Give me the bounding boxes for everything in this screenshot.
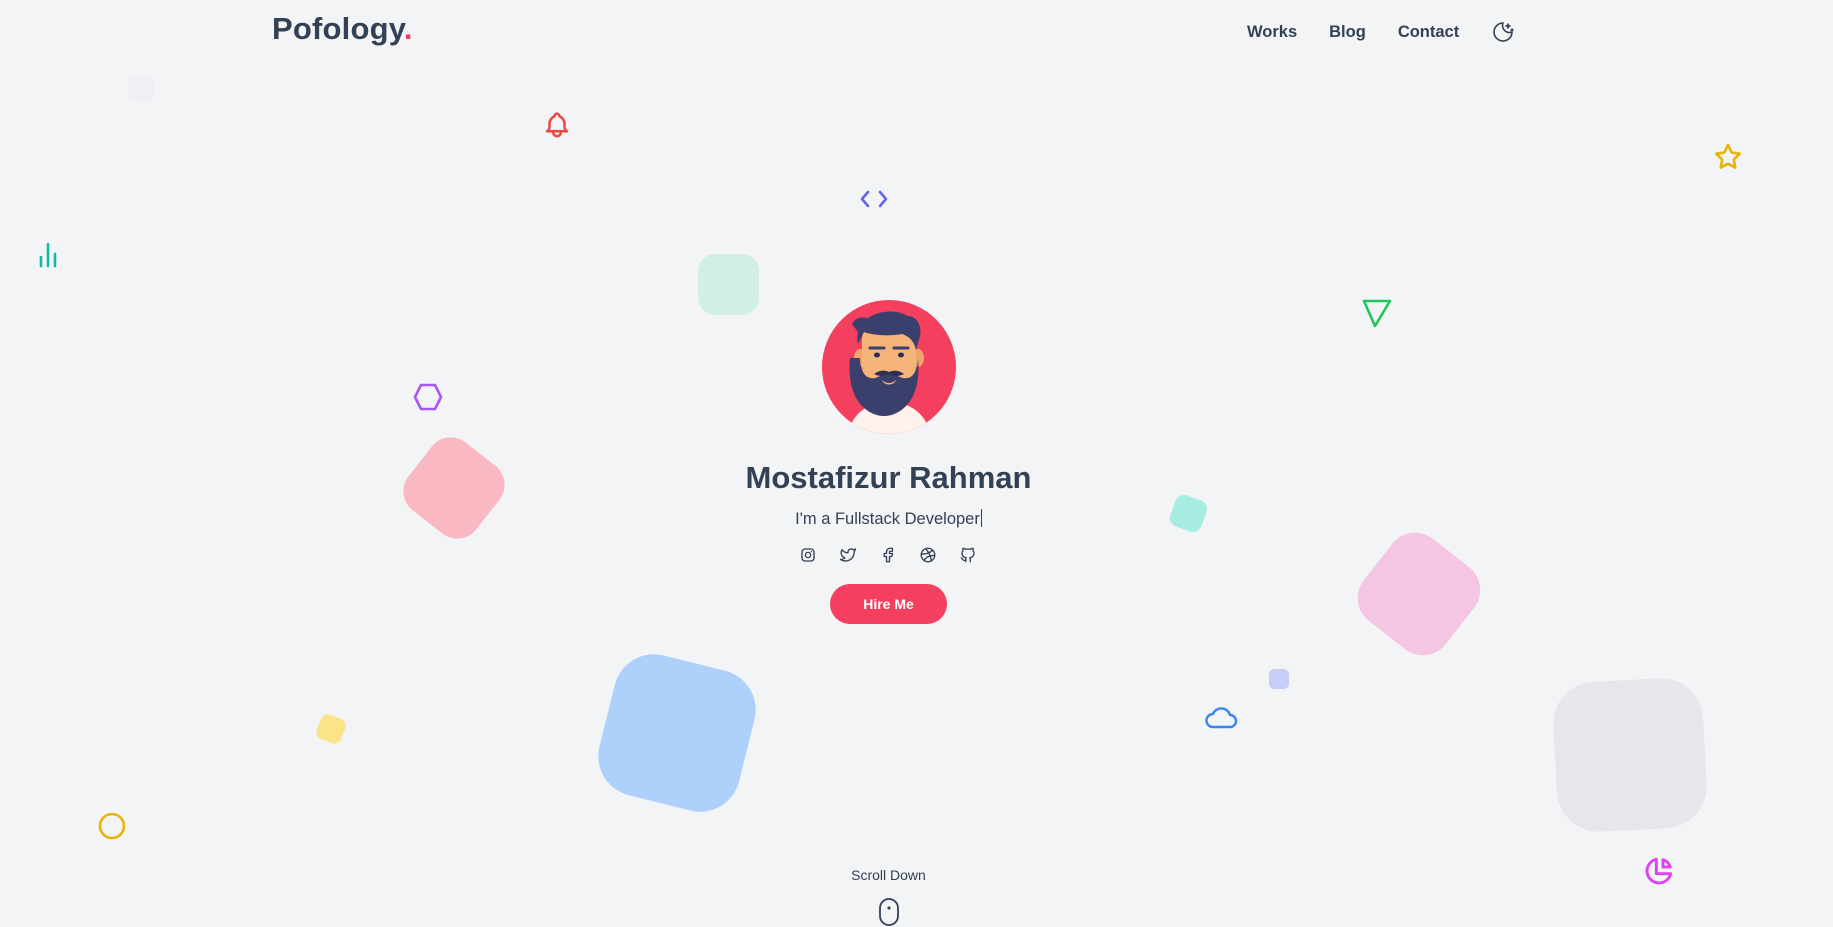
hexagon-icon — [413, 383, 443, 411]
nav-blog[interactable]: Blog — [1329, 23, 1366, 42]
logo-text: Pofology — [272, 11, 404, 46]
hero-role-text: I'm a Fullstack Developer — [795, 510, 980, 528]
decorative-blob — [1346, 521, 1492, 667]
logo-dot: . — [403, 11, 413, 46]
github-icon[interactable] — [959, 546, 977, 564]
decorative-blob — [1269, 669, 1289, 689]
hire-me-button[interactable]: Hire Me — [830, 584, 947, 624]
bell-icon — [545, 112, 569, 138]
social-links — [799, 546, 999, 564]
triangle-icon — [1362, 299, 1392, 328]
decorative-blob — [128, 76, 154, 102]
instagram-icon[interactable] — [799, 546, 817, 564]
mouse-icon[interactable] — [878, 898, 900, 926]
nav-works[interactable]: Works — [1247, 23, 1297, 42]
code-icon — [860, 190, 888, 208]
hero-role: I'm a Fullstack Developer — [0, 509, 1777, 529]
decorative-blob — [698, 254, 759, 315]
circle-outline-icon — [98, 812, 126, 840]
decorative-blob — [314, 712, 348, 746]
decorative-blob — [589, 645, 765, 821]
hero-name: Mostafizur Rahman — [745, 460, 1032, 495]
bearded-man-avatar-icon — [848, 311, 930, 434]
facebook-icon[interactable] — [879, 546, 897, 564]
avatar — [822, 300, 956, 434]
moon-stars-icon[interactable] — [1491, 20, 1515, 44]
cloud-icon — [1205, 707, 1238, 729]
nav-contact[interactable]: Contact — [1398, 23, 1459, 42]
dribbble-icon[interactable] — [919, 546, 937, 564]
bar-chart-icon — [39, 242, 57, 268]
star-icon — [1714, 143, 1742, 169]
decorative-blob — [1551, 676, 1709, 834]
typing-caret — [980, 509, 982, 527]
site-logo[interactable]: Pofology. — [272, 11, 413, 47]
main-nav: Works Blog Contact — [1247, 20, 1515, 44]
scroll-down-label[interactable]: Scroll Down — [0, 867, 1777, 883]
twitter-icon[interactable] — [839, 546, 857, 564]
